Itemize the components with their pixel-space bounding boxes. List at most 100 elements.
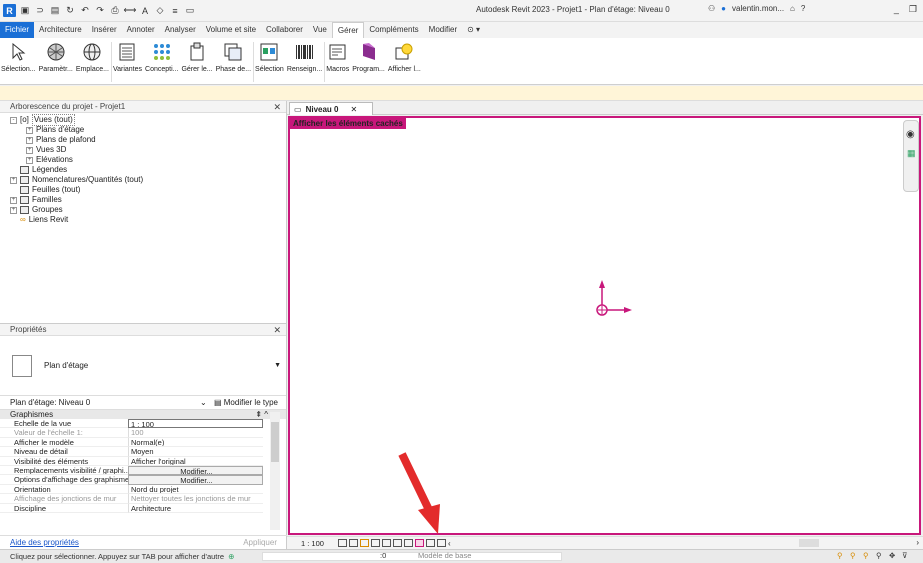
expand-icon[interactable]: +	[10, 196, 17, 204]
analytical-model-icon[interactable]	[436, 539, 446, 547]
ribbon-button-afficher[interactable]: Afficher l...	[387, 38, 423, 85]
tree-item-feuilles[interactable]: Feuilles (tout)	[0, 185, 286, 195]
ribbon-button-phase[interactable]: Phase de...	[215, 38, 253, 85]
expand-icon[interactable]: +	[10, 206, 17, 214]
graphic-display-button[interactable]: Modifier...	[128, 475, 263, 485]
filter-icon[interactable]: ⊽	[902, 551, 911, 560]
tree-item-plans-etage[interactable]: + Plans d'étage	[0, 125, 286, 135]
switch-windows-icon[interactable]: ▭	[184, 5, 196, 17]
ribbon-button-selection-sets[interactable]: Sélection	[254, 38, 286, 85]
tab-fichier[interactable]: Fichier	[0, 22, 35, 38]
vg-overrides-button[interactable]: Modifier...	[128, 465, 263, 476]
view-3d-icon[interactable]: ◇	[154, 5, 166, 17]
tab-modifier[interactable]: Modifier	[424, 22, 462, 38]
scrollbar-thumb[interactable]	[271, 422, 279, 462]
select-links-icon[interactable]: ⚲	[837, 551, 846, 560]
help-icon[interactable]: ?	[801, 4, 805, 13]
properties-help-link[interactable]: Aide des propriétés	[10, 538, 79, 547]
close-icon[interactable]: ✕	[273, 324, 281, 336]
chevron-down-icon[interactable]: ⌄	[200, 398, 207, 407]
user-icon[interactable]: ●	[721, 4, 726, 13]
horizontal-scrollbar[interactable]	[799, 539, 819, 547]
show-crop-icon[interactable]	[392, 539, 402, 547]
revit-logo-icon[interactable]: R	[3, 4, 16, 17]
view-tab-niveau-0[interactable]: ▭ Niveau 0 ✕	[289, 102, 373, 115]
ribbon-options-icon[interactable]: ⊙ ▾	[462, 22, 485, 38]
ribbon-button-variantes[interactable]: Variantes	[112, 38, 144, 85]
ribbon-button-conception[interactable]: Concepti...	[144, 38, 180, 85]
instance-filter[interactable]: Plan d'étage: Niveau 0 ⌄ ▤ Modifier le t…	[0, 396, 286, 410]
collapse-icon[interactable]: -	[10, 116, 17, 124]
drag-elements-icon[interactable]: ✥	[889, 551, 898, 560]
tree-item-familles[interactable]: + Familles	[0, 195, 286, 205]
apply-button[interactable]: Appliquer	[243, 538, 277, 547]
ribbon-button-gerer-liens[interactable]: Gérer le...	[180, 38, 214, 85]
expand-icon[interactable]: +	[10, 176, 17, 184]
tab-collaborer[interactable]: Collaborer	[261, 22, 308, 38]
ribbon-button-emplacement[interactable]: Emplace...	[75, 38, 111, 85]
text-icon[interactable]: A	[139, 5, 151, 17]
collapse-group-icon[interactable]: ⇞ ^	[255, 410, 268, 419]
measure-icon[interactable]: ⟷	[124, 5, 137, 17]
drawing-canvas[interactable]: Afficher les éléments cachés ◉ ▦	[288, 116, 921, 535]
scroll-left-icon[interactable]: ‹	[448, 539, 457, 548]
expand-icon[interactable]: +	[26, 126, 33, 134]
select-pinned-icon[interactable]: ⚲	[863, 551, 872, 560]
tab-analyser[interactable]: Analyser	[160, 22, 201, 38]
minimize-icon[interactable]: _	[894, 4, 899, 15]
undo-icon[interactable]: ↶	[79, 5, 91, 17]
sun-path-icon[interactable]	[359, 539, 369, 547]
steering-wheel-icon[interactable]: ◉	[906, 129, 916, 140]
cart-icon[interactable]: ⌂	[790, 4, 795, 13]
select-by-face-icon[interactable]: ⚲	[876, 551, 885, 560]
tab-vue[interactable]: Vue	[308, 22, 332, 38]
tab-volume-et-site[interactable]: Volume et site	[201, 22, 261, 38]
expand-icon[interactable]: +	[26, 136, 33, 144]
ribbon-button-selection[interactable]: Sélection...	[0, 38, 38, 85]
open-icon[interactable]: ⊃	[34, 5, 46, 17]
ribbon-button-programme[interactable]: Program...	[351, 38, 387, 85]
tab-architecture[interactable]: Architecture	[34, 22, 87, 38]
tree-item-nomenclatures[interactable]: + Nomenclatures/Quantités (tout)	[0, 175, 286, 185]
tree-item-groupes[interactable]: + Groupes	[0, 205, 286, 215]
shadows-icon[interactable]	[370, 539, 380, 547]
tree-item-elevations[interactable]: + Elévations	[0, 155, 286, 165]
detail-level-icon[interactable]	[337, 539, 347, 547]
view-scale-input[interactable]: 1 : 100	[128, 419, 263, 429]
ribbon-button-parametres[interactable]: Paramètr...	[38, 38, 75, 85]
temporary-hide-icon[interactable]	[403, 539, 413, 547]
home-icon[interactable]: ▣	[19, 5, 31, 17]
sync-icon[interactable]: ↻	[64, 5, 76, 17]
reveal-hidden-elements-icon[interactable]	[414, 539, 424, 547]
tab-annoter[interactable]: Annoter	[122, 22, 160, 38]
tree-item-vues-3d[interactable]: + Vues 3D	[0, 145, 286, 155]
visual-style-icon[interactable]	[348, 539, 358, 547]
design-option-selector[interactable]: Modèle de base	[418, 551, 471, 560]
expand-icon[interactable]: +	[26, 156, 33, 164]
tree-item-plans-plafond[interactable]: + Plans de plafond	[0, 135, 286, 145]
close-icon[interactable]: ✕	[273, 101, 281, 113]
group-graphismes[interactable]: Graphismes ⇞ ^	[0, 410, 286, 419]
thin-lines-icon[interactable]: ≡	[169, 5, 181, 17]
tab-complements[interactable]: Compléments	[364, 22, 423, 38]
user-name[interactable]: valentin.mon...	[732, 4, 784, 13]
ribbon-button-renseignements[interactable]: Renseign...	[286, 38, 324, 85]
save-icon[interactable]: ▤	[49, 5, 61, 17]
close-icon[interactable]: ✕	[350, 105, 357, 114]
properties-scrollbar[interactable]	[270, 412, 280, 530]
type-selector[interactable]: Plan d'étage ▼	[0, 336, 286, 396]
view-scale[interactable]: 1 : 100	[301, 539, 324, 548]
restore-icon[interactable]: ❐	[909, 4, 917, 15]
tree-item-liens-revit[interactable]: ∞ Liens Revit	[0, 215, 286, 225]
tree-item-vues[interactable]: - [o] Vues (tout)	[0, 114, 286, 126]
expand-icon[interactable]: +	[26, 146, 33, 154]
tree-item-legendes[interactable]: Légendes	[0, 165, 286, 175]
print-icon[interactable]: ⎙	[109, 5, 121, 17]
tab-gerer[interactable]: Gérer	[331, 22, 365, 38]
binoculars-icon[interactable]: ⚇	[708, 4, 715, 13]
select-underlay-icon[interactable]: ⚲	[850, 551, 859, 560]
tab-inserer[interactable]: Insérer	[87, 22, 122, 38]
worksharing-display-icon[interactable]	[425, 539, 435, 547]
ribbon-button-macros[interactable]: Macros	[325, 38, 351, 85]
scroll-right-icon[interactable]: ›	[916, 538, 919, 547]
